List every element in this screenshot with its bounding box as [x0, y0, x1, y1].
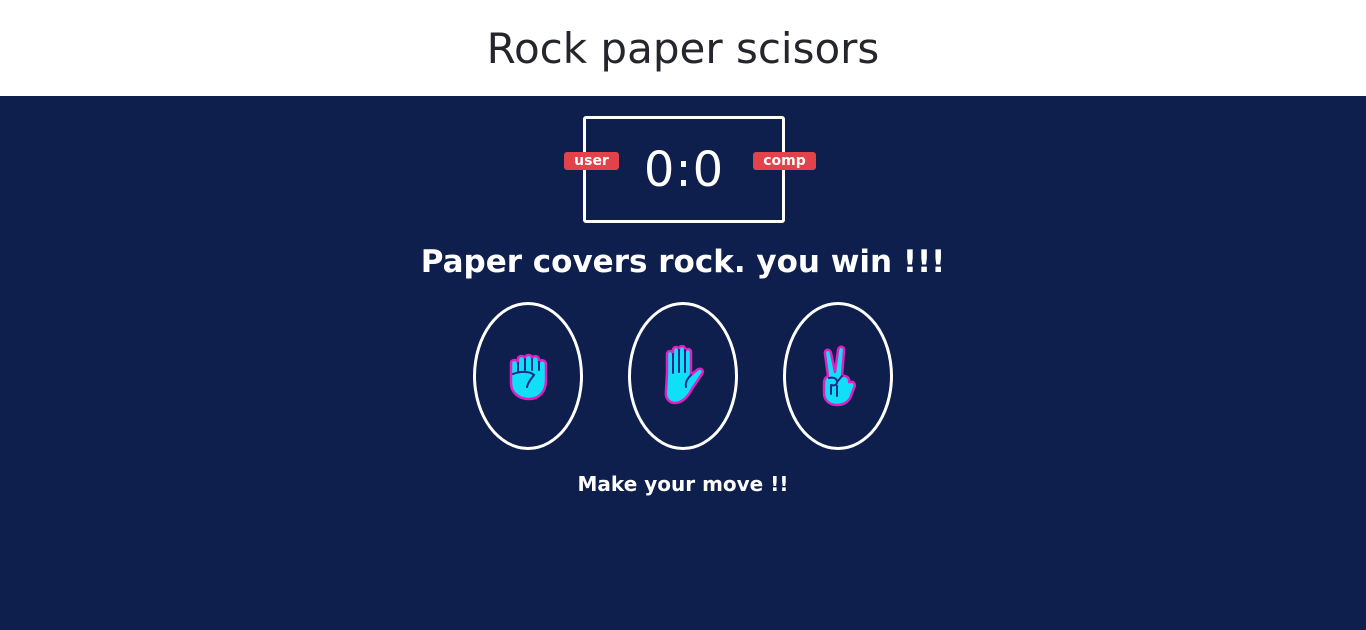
- move-prompt: Make your move !!: [577, 472, 789, 496]
- rock-button[interactable]: [473, 302, 583, 450]
- user-badge: user: [564, 152, 619, 170]
- page-header: Rock paper scisors: [0, 0, 1366, 96]
- score-display: 0:0: [643, 141, 725, 198]
- result-message: Paper covers rock. you win !!!: [420, 244, 946, 280]
- comp-badge: comp: [753, 152, 816, 170]
- fist-icon: [509, 353, 548, 401]
- page-title: Rock paper scisors: [486, 23, 880, 73]
- scissors-button[interactable]: [783, 302, 893, 450]
- scoreboard: user 0:0 comp: [564, 116, 816, 223]
- victory-hand-icon: [822, 345, 857, 407]
- paper-button[interactable]: [628, 302, 738, 450]
- game-area: user 0:0 comp Paper covers rock. you win…: [0, 96, 1366, 630]
- raised-hand-icon: [664, 345, 705, 405]
